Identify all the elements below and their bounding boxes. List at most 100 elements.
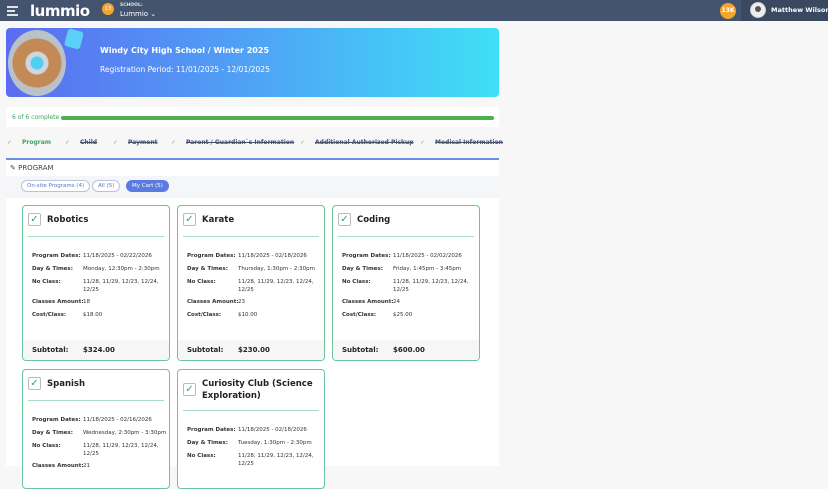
checkbox-checked-icon[interactable]: ✓ — [28, 213, 41, 226]
detail-value: 18 — [83, 299, 90, 305]
program-title: ✎ PROGRAM — [10, 164, 54, 172]
detail-label: Day & Times: — [32, 430, 73, 436]
detail-value: $18.00 — [83, 312, 103, 318]
notification-bell-icon[interactable]: 13 — [102, 3, 114, 15]
program-name: Coding — [357, 215, 391, 225]
filter-bar: On-site Programs (4) All (5) My Cart (5) — [6, 176, 499, 198]
banner-title: Windy City High School / Winter 2025 — [100, 46, 270, 55]
subtotal-value: $324.00 — [83, 346, 115, 354]
detail-value: 11/28, 11/29, 12/23, 12/24, 12/25 — [83, 443, 159, 457]
detail-label: Cost/Class: — [187, 312, 222, 318]
subtotal-value: $230.00 — [238, 346, 270, 354]
detail-value: 11/18/2025 - 02/02/2026 — [393, 253, 462, 259]
detail-value: Thursday, 1:30pm - 2:30pm — [238, 266, 315, 272]
subtotal-row: Subtotal: $324.00 — [23, 340, 169, 360]
progress-text: 6 of 6 complete — [12, 114, 60, 121]
check-icon: ✓ — [300, 139, 306, 146]
detail-label: No Class: — [187, 453, 216, 459]
detail-value: 24 — [393, 299, 400, 305]
user-menu[interactable]: Matthew Wilson ⌄ — [741, 0, 828, 21]
school-select[interactable]: Lummio ⌄ — [120, 10, 156, 18]
detail-label: Cost/Class: — [32, 312, 67, 318]
subtotal-label: Subtotal: — [32, 346, 69, 354]
detail-label: Day & Times: — [187, 266, 228, 272]
program-card[interactable]: ✓ Karate Program Dates: 11/18/2025 - 02/18/… — [177, 205, 325, 361]
step-payment[interactable]: Payment — [128, 139, 157, 146]
divider — [183, 236, 319, 237]
detail-label: Day & Times: — [342, 266, 383, 272]
detail-value: Tuesday, 1:30pm - 2:30pm — [238, 440, 312, 446]
detail-label: No Class: — [32, 279, 61, 285]
program-name: Curiosity Club (Science Exploration) — [202, 379, 313, 401]
check-icon: ✓ — [420, 139, 426, 146]
detail-value: 11/18/2025 - 02/16/2026 — [83, 417, 152, 423]
detail-value: 11/18/2025 - 02/18/2026 — [238, 253, 307, 259]
school-label: SCHOOL: — [120, 3, 143, 8]
progress-bar — [61, 116, 494, 120]
program-title-text: PROGRAM — [18, 164, 54, 172]
detail-label: No Class: — [187, 279, 216, 285]
detail-value: Wednesday, 2:30pm - 3:30pm — [83, 430, 167, 436]
detail-label: Program Dates: — [187, 427, 236, 433]
detail-label: No Class: — [32, 443, 61, 449]
checkbox-checked-icon[interactable]: ✓ — [28, 377, 41, 390]
detail-label: No Class: — [342, 279, 371, 285]
detail-label: Cost/Class: — [342, 312, 377, 318]
coins-badge[interactable]: 13K — [720, 3, 736, 19]
season-banner: Windy City High School / Winter 2025 Reg… — [6, 28, 499, 97]
registration-period: Registration Period: 11/01/2025 - 12/01/… — [100, 65, 270, 74]
detail-label: Program Dates: — [32, 417, 81, 423]
avatar — [750, 2, 766, 18]
checkbox-checked-icon[interactable]: ✓ — [338, 213, 351, 226]
step-program[interactable]: Program — [22, 139, 51, 146]
checkbox-checked-icon[interactable]: ✓ — [183, 383, 196, 396]
subtotal-value: $600.00 — [393, 346, 425, 354]
detail-label: Classes Amount: — [342, 299, 394, 305]
step-parent-guardian-s-information[interactable]: Parent / Guardian`s Information — [186, 139, 294, 146]
check-icon: ✓ — [171, 139, 177, 146]
program-panel: ✎ PROGRAM On-site Programs (4) All (5) My … — [6, 158, 499, 489]
detail-value: Friday, 1:45pm - 3:45pm — [393, 266, 462, 272]
step-nav: ✓ Program ✓ Child ✓ Payment ✓ Parent / Guardian… — [0, 139, 503, 149]
filter-chip[interactable]: All (5) — [92, 180, 121, 192]
detail-label: Day & Times: — [32, 266, 73, 272]
top-bar: lummio 13 SCHOOL: Lummio ⌄ 13K Matthew W… — [0, 0, 828, 21]
step-medical-information[interactable]: Medical Information — [435, 139, 503, 146]
logo[interactable]: lummio — [30, 2, 90, 20]
detail-label: Classes Amount: — [32, 299, 84, 305]
detail-value: 11/18/2025 - 02/18/2026 — [238, 427, 307, 433]
detail-value: $10.00 — [238, 312, 258, 318]
program-card[interactable]: ✓ Spanish Program Dates: 11/18/2025 - 02/16… — [22, 369, 170, 489]
detail-label: Classes Amount: — [32, 463, 84, 469]
program-name: Robotics — [47, 215, 89, 225]
detail-label: Classes Amount: — [187, 299, 239, 305]
filter-chip[interactable]: On-site Programs (4) — [21, 180, 91, 192]
filter-chip[interactable]: My Cart (5) — [126, 180, 169, 192]
program-card[interactable]: ✓ Robotics Program Dates: 11/18/2025 - 02/2… — [22, 205, 170, 361]
checkbox-checked-icon[interactable]: ✓ — [183, 213, 196, 226]
detail-value: 23 — [238, 299, 245, 305]
step-additional-authorized-pickup[interactable]: Additional Authorized Pickup — [315, 139, 414, 146]
detail-label: Program Dates: — [32, 253, 81, 259]
gem-icon — [63, 28, 85, 50]
detail-value: 11/18/2025 - 02/22/2026 — [83, 253, 152, 259]
detail-label: Program Dates: — [187, 253, 236, 259]
menu-icon[interactable] — [7, 6, 18, 18]
program-card[interactable]: ✓ Curiosity Club (Science Exploration) Pro… — [177, 369, 325, 489]
detail-value: Monday, 12:30pm - 2:30pm — [83, 266, 160, 272]
program-card[interactable]: ✓ Coding Program Dates: 11/18/2025 - 02/02/… — [332, 205, 480, 361]
divider — [28, 400, 164, 401]
detail-label: Program Dates: — [342, 253, 391, 259]
detail-label: Day & Times: — [187, 440, 228, 446]
progress-section: 6 of 6 complete — [6, 107, 499, 127]
detail-value: $25.00 — [393, 312, 413, 318]
program-name: Spanish — [47, 379, 86, 389]
shield-icon — [8, 30, 66, 96]
divider — [338, 236, 474, 237]
program-name: Karate — [202, 215, 235, 225]
check-icon: ✓ — [7, 139, 13, 146]
check-icon: ✓ — [113, 139, 119, 146]
subtotal-row: Subtotal: $230.00 — [178, 340, 324, 360]
step-child[interactable]: Child — [80, 139, 97, 146]
divider — [183, 410, 319, 411]
